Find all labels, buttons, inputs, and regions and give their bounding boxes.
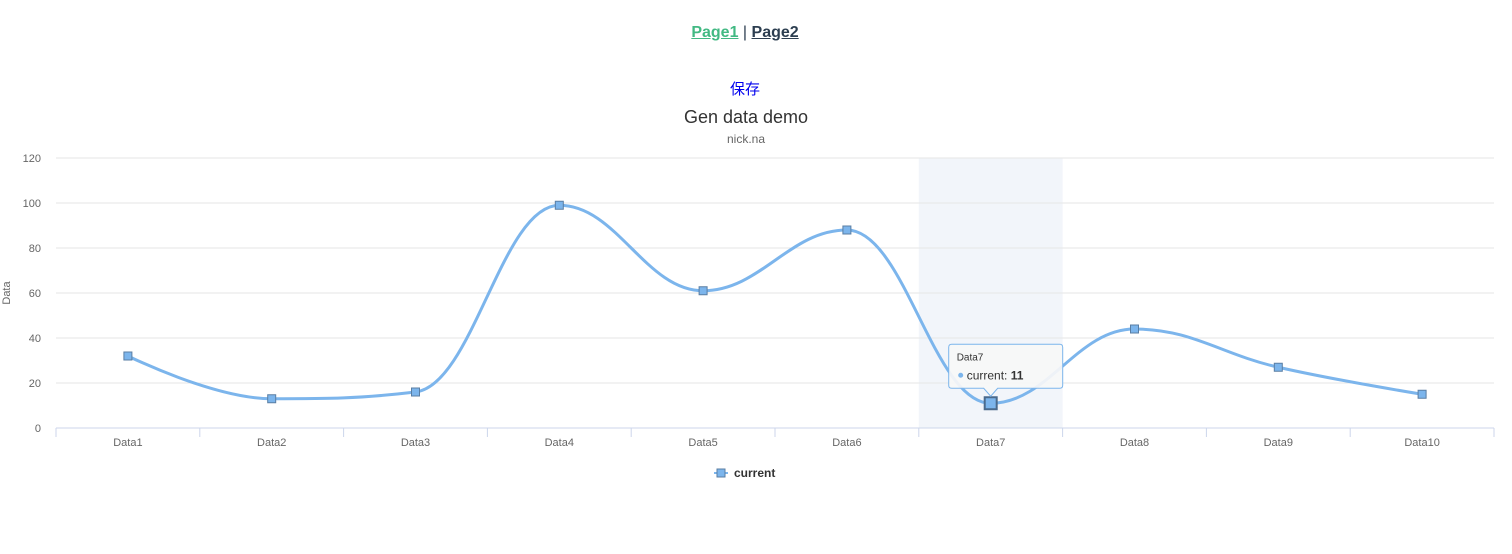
legend-item-current[interactable]: current <box>714 466 775 480</box>
tooltip-series-name: current <box>967 368 1005 382</box>
tooltip-series-dot-icon <box>958 372 964 378</box>
y-tick-label: 40 <box>29 333 41 345</box>
data-point-marker <box>983 396 998 411</box>
x-tick-label: Data2 <box>257 437 286 449</box>
y-tick-label: 80 <box>29 243 41 255</box>
chart-subtitle: nick.na <box>727 132 765 146</box>
tooltip-separator: : <box>1004 368 1011 382</box>
data-point-marker <box>411 387 420 397</box>
y-tick-label: 60 <box>29 288 41 300</box>
y-tick-label: 20 <box>29 378 41 390</box>
data-point-marker <box>1273 362 1283 372</box>
y-tick-label: 100 <box>23 198 41 210</box>
x-axis: Data1 Data2 Data3 Data4 Data5 Data6 Data7 Data8… <box>55 427 1495 449</box>
series-current[interactable] <box>123 200 1427 411</box>
x-tick-label: Data3 <box>401 437 430 449</box>
tooltip-category: Data7 <box>957 352 984 363</box>
y-axis: 0 20 40 60 80 100 120 <box>23 153 41 435</box>
y-tick-label: 120 <box>23 153 41 165</box>
data-point-marker <box>1130 324 1139 334</box>
legend-square-marker-icon <box>716 468 726 478</box>
chart-title: Gen data demo <box>684 107 808 127</box>
x-tick-label: Data1 <box>113 437 142 449</box>
x-tick-label: Data5 <box>688 437 717 449</box>
data-point-marker <box>123 351 133 361</box>
grid-lines <box>56 157 1494 384</box>
y-tick-label: 0 <box>35 423 41 435</box>
y-axis-title: Data <box>1 281 13 305</box>
data-point-marker <box>698 286 708 296</box>
data-point-marker <box>842 225 852 235</box>
x-tick-label: Data8 <box>1120 437 1149 449</box>
series-line <box>126 203 1424 405</box>
x-tick-label: Data4 <box>545 437 574 449</box>
tooltip: Data7 current: 11 <box>948 343 1064 398</box>
line-chart: Data1 Data2 Data3 Data4 Data5 Data6 Data7 Data8… <box>1 107 1495 480</box>
x-tick-label: Data10 <box>1404 437 1439 449</box>
data-point-marker <box>554 200 564 210</box>
legend-label: current <box>734 466 775 480</box>
tooltip-value: 11 <box>1011 368 1024 382</box>
tooltip-row: current: 11 <box>967 368 1024 382</box>
x-tick-label: Data9 <box>1264 437 1293 449</box>
x-tick-label: Data6 <box>832 437 861 449</box>
x-tick-label: Data7 <box>976 437 1005 449</box>
data-point-marker <box>267 394 277 404</box>
data-point-marker <box>1417 389 1427 399</box>
